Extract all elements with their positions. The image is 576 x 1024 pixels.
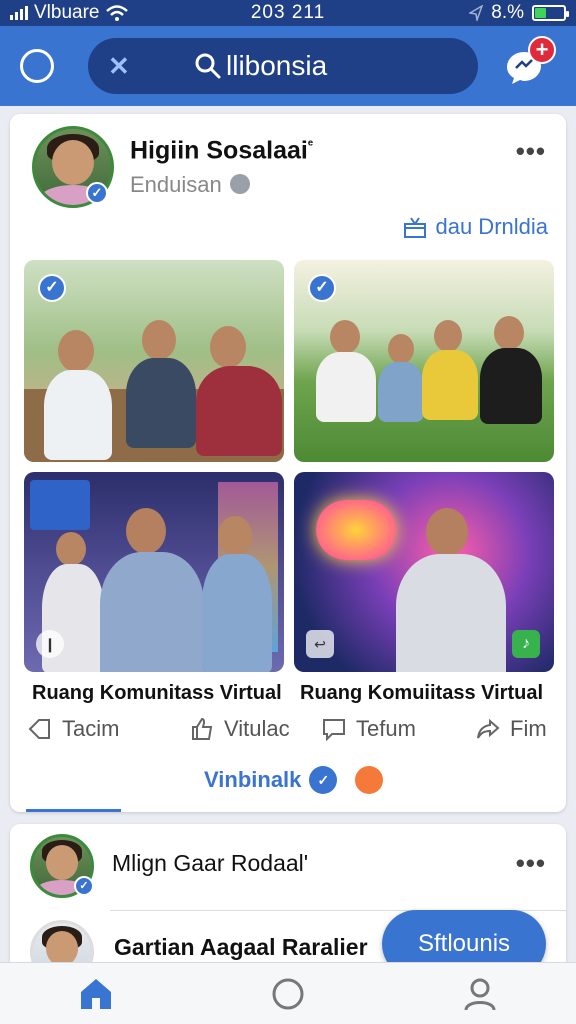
feed-author-name[interactable]: Mlign Gaar Rodaal' [112, 850, 308, 877]
post-image-gaming[interactable]: ❙ [24, 472, 284, 672]
post-image-park[interactable]: ✓ [294, 260, 554, 462]
search-bar[interactable]: ✕ llibonsia [88, 38, 478, 94]
thumbs-up-icon [192, 717, 213, 740]
signal-icon [10, 6, 28, 20]
reaction-angry-icon [355, 766, 384, 794]
notification-badge: + [528, 36, 556, 64]
tag-icon [28, 719, 50, 739]
nav-home[interactable] [66, 972, 126, 1016]
neon-sign-graphic [316, 500, 396, 560]
music-app-icon: ♪ [512, 630, 540, 658]
more-options-icon[interactable]: ••• [516, 848, 546, 879]
carrier-name: Vlbuare [34, 2, 100, 23]
reaction-summary[interactable]: Vinbinalk ✓ [204, 766, 384, 794]
share-icon [477, 718, 500, 739]
feed-author-name[interactable]: Gartian Aagaal Raralier [114, 934, 368, 961]
close-x-icon[interactable]: ✕ [108, 51, 148, 82]
home-icon [81, 978, 111, 1009]
battery-icon [532, 5, 569, 21]
selected-check-icon: ✓ [308, 274, 336, 302]
location-icon [469, 5, 484, 21]
search-icon [195, 53, 221, 79]
search-query[interactable]: llibonsia [226, 50, 327, 82]
post-author-name[interactable]: Higiin Sosalaaiᵉ [130, 136, 313, 165]
menu-circle-button[interactable] [20, 49, 54, 83]
battery-percent: 8.% [491, 2, 524, 23]
bottom-navigation [0, 962, 576, 1024]
circle-icon [272, 978, 304, 1009]
wifi-icon [105, 5, 128, 21]
like-action-button[interactable]: Vitulac [190, 716, 290, 742]
tag-action-button[interactable]: Tacim [28, 716, 119, 742]
app-header: ✕ llibonsia + [0, 26, 576, 106]
post-image-music[interactable]: ↩ ♪ [294, 472, 554, 672]
more-options-icon[interactable]: ••• [516, 136, 546, 167]
nav-circle[interactable] [258, 972, 318, 1016]
gift-icon [404, 217, 427, 238]
image-caption: Ruang Komunitass Virtual [32, 682, 282, 704]
post-subtitle: Enduisan [130, 172, 250, 198]
nav-profile[interactable] [450, 972, 510, 1016]
verified-icon: ✓ [86, 182, 108, 204]
privacy-globe-icon [229, 174, 250, 195]
image-corner-icon: ↩ [306, 630, 334, 658]
post-image-meeting[interactable]: ✓ [24, 260, 284, 462]
reaction-like-icon: ✓ [309, 766, 338, 794]
image-corner-icon: ❙ [36, 630, 64, 658]
status-time: 203 211 [250, 2, 326, 23]
selected-check-icon: ✓ [38, 274, 66, 302]
share-action-button[interactable]: Fim [476, 716, 547, 742]
status-bar: Vlbuare 203 211 8.% [0, 0, 576, 26]
image-caption: Ruang Komuiitass Virtual [300, 682, 544, 704]
comment-icon [323, 719, 345, 741]
comment-action-button[interactable]: Tefum [322, 716, 416, 742]
post-link[interactable]: dau Drnldia [403, 214, 548, 240]
verified-icon: ✓ [74, 876, 94, 896]
profile-icon [464, 978, 496, 1010]
post-card: ✓ Higiin Sosalaaiᵉ Enduisan ••• dau Drnl… [10, 114, 566, 812]
messenger-button[interactable]: + [504, 36, 556, 86]
card-progress-indicator [26, 809, 121, 812]
